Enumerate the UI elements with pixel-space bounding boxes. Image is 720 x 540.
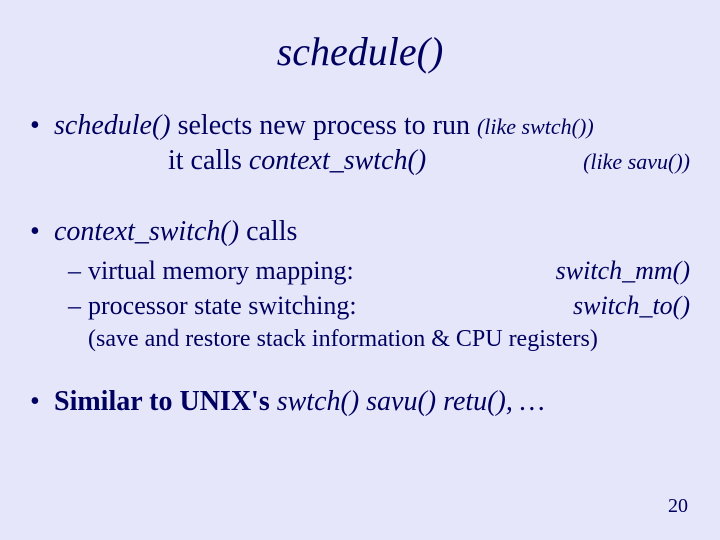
sub-2-right: switch_to() xyxy=(565,290,690,323)
b1-context-swtch: context_swtch() xyxy=(249,145,426,176)
sub-2: – processor state switching: switch_to() xyxy=(68,290,690,323)
slide-title: schedule() xyxy=(0,28,720,75)
b2-context-switch: context_switch() xyxy=(54,216,239,247)
bullet-1-line-2: it calls context_swtch() (like savu()) xyxy=(168,143,690,178)
sub-1-right: switch_mm() xyxy=(548,255,690,288)
page-number: 20 xyxy=(668,495,688,518)
bullet-2-text: context_switch() calls xyxy=(54,214,690,249)
sub-note: (save and restore stack information & CP… xyxy=(88,324,690,354)
b1-itcalls: it calls xyxy=(168,145,249,176)
bullet-1-line-1: schedule() selects new process to run (l… xyxy=(54,108,690,143)
bullet-dot: • xyxy=(30,384,54,419)
slide: schedule() • schedule() selects new proc… xyxy=(0,0,720,540)
bullet-3: • Similar to UNIX's swtch() savu() retu(… xyxy=(30,384,690,419)
bullet-dot: • xyxy=(30,214,54,249)
bullet-3-text: Similar to UNIX's swtch() savu() retu(),… xyxy=(54,384,690,419)
sub-dash: – xyxy=(68,255,88,288)
b3-similar: Similar to UNIX's xyxy=(54,386,277,417)
b3-funcs: swtch() savu() retu(), … xyxy=(277,386,545,417)
b1-schedule: schedule() xyxy=(54,110,171,141)
sub-2-left: processor state switching: xyxy=(88,290,565,323)
b1-like-savu: (like savu()) xyxy=(583,149,690,174)
bullet-1-text: schedule() selects new process to run (l… xyxy=(54,108,690,178)
b2-calls: calls xyxy=(239,216,297,247)
sub-1-left: virtual memory mapping: xyxy=(88,255,548,288)
b1-selects: selects new process to run xyxy=(171,110,477,141)
sub-1: – virtual memory mapping: switch_mm() xyxy=(68,255,690,288)
slide-body: • schedule() selects new process to run … xyxy=(30,108,690,425)
sub-dash: – xyxy=(68,290,88,323)
b1-like-swtch: (like swtch()) xyxy=(477,114,594,139)
bullet-1: • schedule() selects new process to run … xyxy=(30,108,690,178)
bullet-dot: • xyxy=(30,108,54,178)
bullet-2: • context_switch() calls xyxy=(30,214,690,249)
